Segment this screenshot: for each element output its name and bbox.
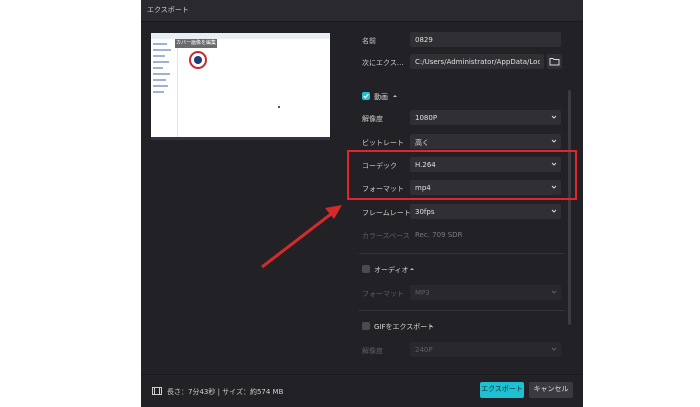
window-title: エクスポート [147, 6, 189, 14]
browse-folder-button[interactable] [547, 54, 562, 69]
export-path-value: C:/Users/Administrator/AppData/Local/C..… [415, 58, 540, 66]
audio-format-select: MP3 [410, 285, 561, 300]
bitrate-select[interactable]: 高く [410, 134, 561, 149]
preview-cursor [278, 106, 280, 108]
colorspace-label: カラースペース [362, 232, 410, 240]
cancel-button[interactable]: キャンセル [529, 382, 573, 398]
framerate-value: 30fps [415, 208, 435, 216]
export-to-label: 次にエクス… [362, 59, 404, 67]
edit-cover-badge[interactable]: カバー画像を編集 [175, 39, 217, 48]
resolution-select[interactable]: 1080P [410, 110, 561, 125]
video-section-toggle[interactable]: 動画 [362, 92, 462, 101]
name-value: 0829 [415, 36, 433, 44]
preview-logo-icon [189, 51, 207, 69]
folder-icon [549, 58, 560, 66]
title-bar: エクスポート [141, 0, 583, 22]
name-row: 名前 0829 [359, 32, 569, 48]
film-icon [152, 387, 162, 395]
colorspace-row: カラースペース Rec. 709 SDR [359, 227, 569, 243]
export-path-input[interactable]: C:/Users/Administrator/AppData/Local/C..… [410, 54, 544, 69]
section-divider [359, 253, 564, 254]
chevron-down-icon [551, 209, 557, 213]
bitrate-value: 高く [415, 139, 429, 147]
gif-resolution-value: 240P [415, 346, 433, 354]
caret-up-icon [429, 325, 433, 327]
chevron-down-icon [551, 115, 557, 119]
gif-checkbox[interactable] [362, 322, 370, 330]
video-checkbox[interactable] [362, 92, 370, 100]
gif-resolution-label: 解像度 [362, 347, 383, 355]
chevron-down-icon [551, 290, 557, 294]
framerate-row: フレームレート 30fps [359, 204, 569, 220]
export-to-row: 次にエクス… C:/Users/Administrator/AppData/Lo… [359, 54, 569, 70]
gif-section-toggle[interactable]: GIFをエクスポート [362, 322, 482, 331]
colorspace-value: Rec. 709 SDR [415, 231, 463, 239]
bitrate-row: ビットレート 高く [359, 134, 569, 150]
check-icon [363, 93, 369, 99]
highlight-box [347, 150, 577, 200]
name-label: 名前 [362, 37, 376, 45]
audio-section-label: オーディオ [374, 266, 409, 274]
framerate-label: フレームレート [362, 209, 411, 217]
bitrate-label: ビットレート [362, 139, 404, 147]
resolution-row: 解像度 1080P [359, 110, 569, 126]
audio-format-row: フォーマット MP3 [359, 285, 569, 301]
settings-scrollbar[interactable] [568, 90, 571, 325]
gif-section-label: GIFをエクスポート [374, 323, 435, 331]
audio-section-toggle[interactable]: オーディオ [362, 265, 462, 274]
gif-resolution-select: 240P [410, 342, 561, 357]
audio-checkbox[interactable] [362, 265, 370, 273]
resolution-value: 1080P [415, 114, 438, 122]
export-button[interactable]: エクスポート [480, 382, 524, 398]
dialog-footer: 長さ：7分43秒 | サイズ：約574 MB エクスポート キャンセル [141, 374, 583, 407]
audio-format-value: MP3 [415, 289, 430, 297]
video-section-label: 動画 [374, 93, 388, 101]
caret-up-icon [393, 95, 397, 97]
chevron-down-icon [551, 347, 557, 351]
resolution-label: 解像度 [362, 115, 383, 123]
name-input[interactable]: 0829 [410, 32, 561, 47]
framerate-select[interactable]: 30fps [410, 204, 561, 219]
video-preview[interactable]: カバー画像を編集 [151, 33, 330, 140]
export-info: 長さ：7分43秒 | サイズ：約574 MB [167, 388, 284, 396]
chevron-down-icon [551, 139, 557, 143]
preview-file-tree [151, 39, 178, 137]
audio-format-label: フォーマット [362, 290, 404, 298]
preview-taskbar [151, 137, 330, 140]
caret-up-icon [410, 268, 414, 270]
export-dialog: エクスポート カバー画像を編集 名前 0829 次にエクス… C:/Users/… [141, 0, 583, 407]
gif-resolution-row: 解像度 240P [359, 342, 569, 358]
section-divider [359, 310, 564, 311]
